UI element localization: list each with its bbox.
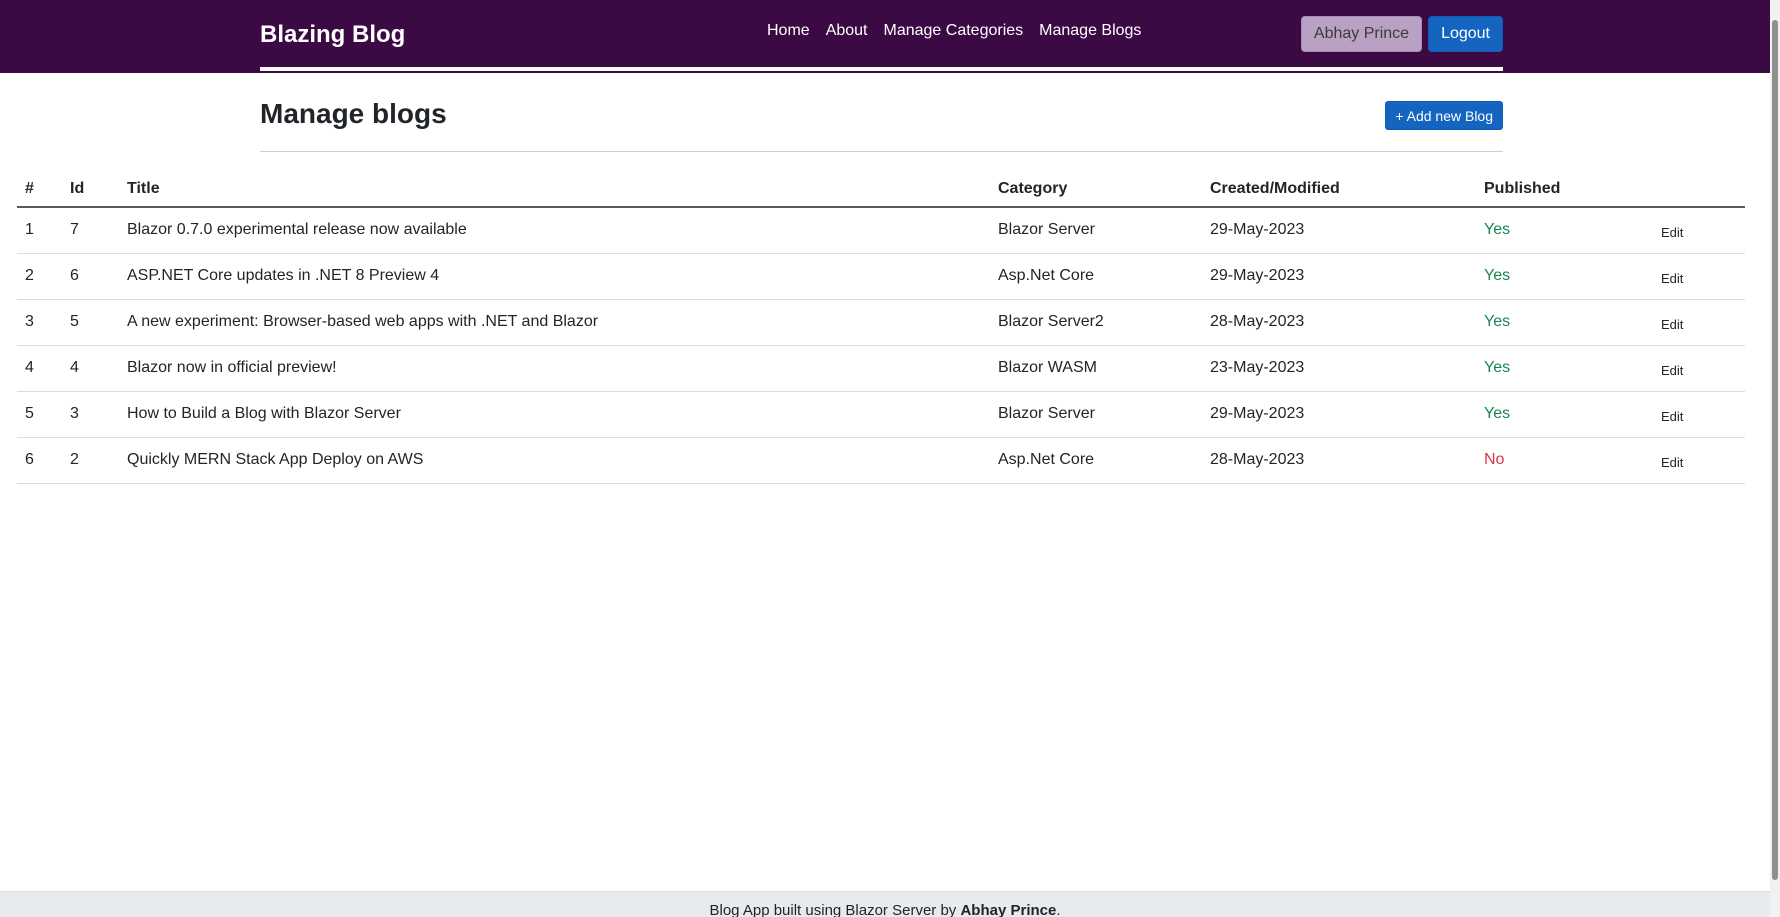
scrollbar-thumb[interactable] xyxy=(1772,20,1778,880)
cell-published: Yes xyxy=(1476,207,1649,254)
brand-logo[interactable]: Blazing Blog xyxy=(260,21,405,49)
edit-link[interactable]: Edit xyxy=(1657,271,1683,286)
cell-actions: Edit xyxy=(1649,391,1745,438)
cell-actions: Edit xyxy=(1649,299,1745,346)
footer-suffix: . xyxy=(1056,902,1061,917)
navbar-underline xyxy=(260,67,1503,71)
cell-title: Quickly MERN Stack App Deploy on AWS xyxy=(119,437,990,484)
cell-actions: Edit xyxy=(1649,207,1745,254)
cell-published: Yes xyxy=(1476,299,1649,346)
logout-button[interactable]: Logout xyxy=(1428,16,1503,52)
add-new-blog-button[interactable]: + Add new Blog xyxy=(1385,101,1503,130)
column-header-category: Category xyxy=(990,172,1202,208)
cell-number: 6 xyxy=(17,437,62,484)
blogs-table: # Id Title Category Created/Modified Pub… xyxy=(17,172,1745,484)
vertical-scrollbar[interactable] xyxy=(1770,0,1780,917)
table-row: 3 5 A new experiment: Browser-based web … xyxy=(17,299,1745,346)
nav-user-actions: Abhay Prince Logout xyxy=(1300,16,1503,52)
nav-link-home[interactable]: Home xyxy=(759,22,818,40)
cell-published: No xyxy=(1476,437,1649,484)
edit-link[interactable]: Edit xyxy=(1657,409,1683,424)
edit-link[interactable]: Edit xyxy=(1657,455,1683,470)
table-row: 6 2 Quickly MERN Stack App Deploy on AWS… xyxy=(17,437,1745,484)
top-navbar: Blazing Blog Home About Manage Categorie… xyxy=(0,0,1770,73)
edit-link[interactable]: Edit xyxy=(1657,317,1683,332)
user-name-button[interactable]: Abhay Prince xyxy=(1300,16,1423,52)
nav-link-manage-categories[interactable]: Manage Categories xyxy=(876,22,1032,40)
cell-title: Blazor 0.7.0 experimental release now av… xyxy=(119,207,990,254)
table-row: 4 4 Blazor now in official preview! Blaz… xyxy=(17,345,1745,392)
nav-link-manage-blogs[interactable]: Manage Blogs xyxy=(1031,22,1149,40)
footer-author: Abhay Prince xyxy=(960,902,1057,917)
cell-published: Yes xyxy=(1476,345,1649,392)
cell-date: 29-May-2023 xyxy=(1202,391,1476,438)
footer-prefix: Blog App built using Blazor Server by xyxy=(709,902,961,917)
edit-link[interactable]: Edit xyxy=(1657,363,1683,378)
cell-number: 2 xyxy=(17,253,62,300)
cell-actions: Edit xyxy=(1649,437,1745,484)
cell-title: Blazor now in official preview! xyxy=(119,345,990,392)
footer-text: Blog App built using Blazor Server by Ab… xyxy=(0,902,1770,917)
cell-id: 5 xyxy=(62,299,119,346)
column-header-title: Title xyxy=(119,172,990,208)
cell-category: Blazor Server2 xyxy=(990,299,1202,346)
cell-date: 28-May-2023 xyxy=(1202,437,1476,484)
column-header-actions xyxy=(1649,172,1745,208)
nav-links: Home About Manage Categories Manage Blog… xyxy=(759,22,1149,40)
cell-category: Blazor WASM xyxy=(990,345,1202,392)
cell-date: 29-May-2023 xyxy=(1202,207,1476,254)
column-header-number: # xyxy=(17,172,62,208)
cell-actions: Edit xyxy=(1649,253,1745,300)
cell-category: Blazor Server xyxy=(990,391,1202,438)
edit-link[interactable]: Edit xyxy=(1657,225,1683,240)
cell-actions: Edit xyxy=(1649,345,1745,392)
cell-id: 7 xyxy=(62,207,119,254)
table-row: 2 6 ASP.NET Core updates in .NET 8 Previ… xyxy=(17,253,1745,300)
page-title: Manage blogs xyxy=(260,98,447,129)
cell-number: 1 xyxy=(17,207,62,254)
column-header-created: Created/Modified xyxy=(1202,172,1476,208)
table-row: 5 3 How to Build a Blog with Blazor Serv… xyxy=(17,391,1745,438)
cell-date: 23-May-2023 xyxy=(1202,345,1476,392)
cell-number: 4 xyxy=(17,345,62,392)
cell-number: 3 xyxy=(17,299,62,346)
cell-title: How to Build a Blog with Blazor Server xyxy=(119,391,990,438)
cell-date: 29-May-2023 xyxy=(1202,253,1476,300)
navbar-container: Blazing Blog Home About Manage Categorie… xyxy=(260,0,1503,73)
cell-id: 6 xyxy=(62,253,119,300)
cell-date: 28-May-2023 xyxy=(1202,299,1476,346)
cell-published: Yes xyxy=(1476,391,1649,438)
cell-category: Asp.Net Core xyxy=(990,253,1202,300)
cell-id: 4 xyxy=(62,345,119,392)
column-header-published: Published xyxy=(1476,172,1649,208)
cell-number: 5 xyxy=(17,391,62,438)
blogs-table-container: # Id Title Category Created/Modified Pub… xyxy=(17,172,1745,484)
cell-title: ASP.NET Core updates in .NET 8 Preview 4 xyxy=(119,253,990,300)
nav-link-about[interactable]: About xyxy=(818,22,876,40)
table-header-row: # Id Title Category Created/Modified Pub… xyxy=(17,172,1745,208)
cell-id: 2 xyxy=(62,437,119,484)
cell-id: 3 xyxy=(62,391,119,438)
page-header: Manage blogs + Add new Blog xyxy=(260,90,1503,152)
cell-category: Asp.Net Core xyxy=(990,437,1202,484)
cell-title: A new experiment: Browser-based web apps… xyxy=(119,299,990,346)
page-footer: Blog App built using Blazor Server by Ab… xyxy=(0,891,1770,917)
column-header-id: Id xyxy=(62,172,119,208)
table-row: 1 7 Blazor 0.7.0 experimental release no… xyxy=(17,207,1745,254)
cell-published: Yes xyxy=(1476,253,1649,300)
cell-category: Blazor Server xyxy=(990,207,1202,254)
